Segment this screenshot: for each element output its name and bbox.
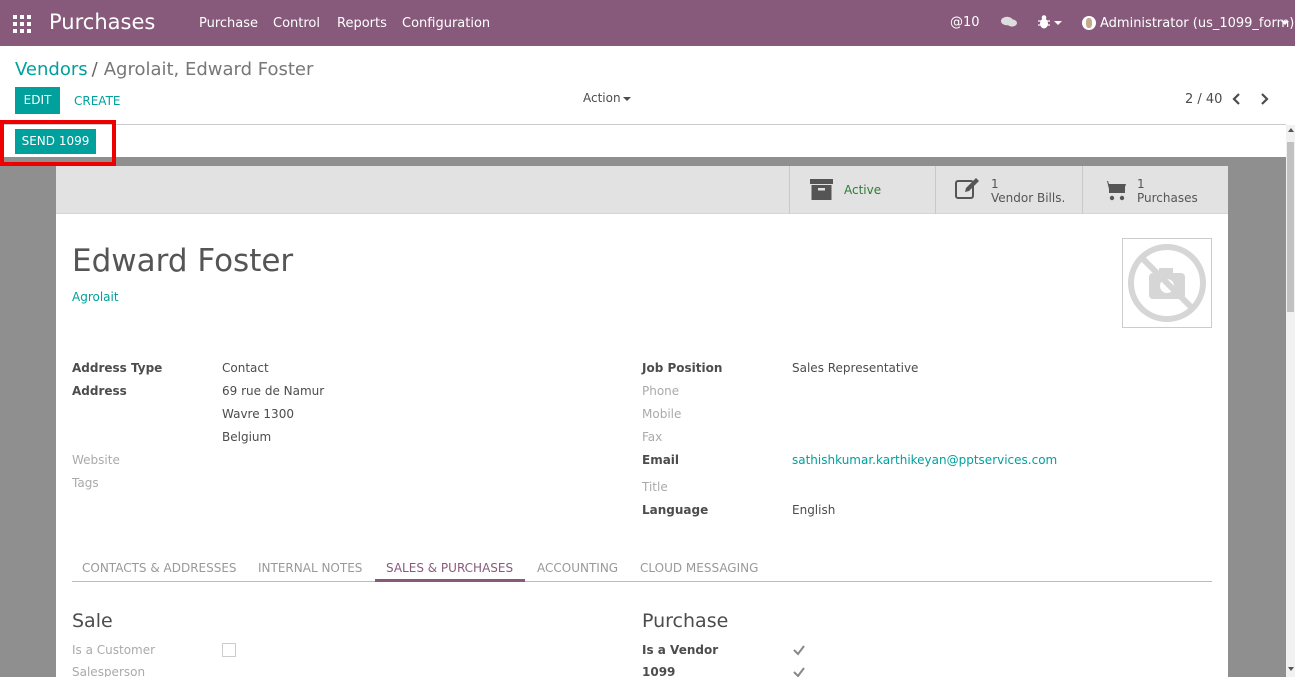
menu-reports[interactable]: Reports	[337, 16, 387, 31]
tabs-divider	[72, 581, 1212, 582]
scroll-up-arrow-icon[interactable]	[1288, 128, 1294, 132]
pager-next-icon[interactable]	[1257, 92, 1271, 106]
purchases-count: 1	[1137, 177, 1145, 191]
website-label: Website	[72, 453, 120, 467]
breadcrumb-separator: /	[91, 59, 98, 80]
vendor-bills-label: Vendor Bills.	[991, 191, 1066, 205]
address-city-zip[interactable]: Wavre 1300	[222, 407, 294, 421]
address-type-value[interactable]: Contact	[222, 361, 269, 375]
action-caret-icon	[622, 96, 631, 101]
form-statusbar	[0, 125, 1286, 157]
language-value[interactable]: English	[792, 503, 835, 517]
is-customer-checkbox[interactable]	[222, 643, 236, 657]
mentions-counter[interactable]: @10	[950, 15, 980, 30]
archive-icon	[810, 179, 833, 200]
is-customer-label: Is a Customer	[72, 643, 156, 657]
action-label: Action	[583, 91, 621, 105]
breadcrumb-current: Agrolait, Edward Foster	[103, 59, 314, 80]
scroll-down-arrow-icon[interactable]	[1288, 667, 1294, 671]
tab-sales-purchases[interactable]: SALES & PURCHASES	[386, 561, 513, 575]
active-label: Active	[844, 183, 882, 197]
no-photo-icon	[1128, 244, 1206, 322]
is-vendor-check-icon[interactable]	[792, 643, 806, 657]
tab-accounting[interactable]: ACCOUNTING	[537, 561, 618, 575]
active-tab-indicator	[375, 579, 525, 582]
apps-menu-icon[interactable]	[13, 15, 31, 33]
fax-label: Fax	[642, 430, 663, 444]
user-menu[interactable]: Administrator (us_1099_form)	[1100, 16, 1294, 31]
purchases-label: Purchases	[1137, 191, 1198, 205]
job-position-value[interactable]: Sales Representative	[792, 361, 918, 375]
title-label: Title	[642, 480, 668, 494]
action-dropdown[interactable]: Action	[583, 91, 631, 105]
debug-icon[interactable]	[1038, 15, 1050, 29]
app-brand: Purchases	[49, 10, 156, 34]
user-caret-icon[interactable]	[1281, 21, 1289, 25]
purchase-section-title: Purchase	[642, 610, 729, 632]
address-label: Address	[72, 384, 127, 398]
form-1099-label: 1099	[642, 665, 676, 677]
tab-internal-notes[interactable]: INTERNAL NOTES	[258, 561, 362, 575]
partner-photo[interactable]	[1122, 238, 1212, 328]
is-vendor-label: Is a Vendor	[642, 643, 719, 657]
phone-label: Phone	[642, 384, 680, 398]
sale-section-title: Sale	[72, 610, 113, 632]
tab-contacts-addresses[interactable]: CONTACTS & ADDRESSES	[82, 561, 237, 575]
debug-caret-icon[interactable]	[1054, 21, 1062, 25]
salesperson-label: Salesperson	[72, 665, 146, 677]
breadcrumb: Vendors / Agrolait, Edward Foster	[15, 59, 313, 80]
tab-cloud-messaging[interactable]: CLOUD MESSAGING	[640, 561, 758, 575]
edit-document-icon	[955, 178, 979, 199]
company-link[interactable]: Agrolait	[72, 290, 119, 304]
job-position-label: Job Position	[642, 361, 723, 375]
breadcrumb-vendors[interactable]: Vendors	[15, 59, 88, 80]
edit-button[interactable]: EDIT	[15, 87, 60, 114]
menu-control[interactable]: Control	[273, 16, 320, 31]
tags-label: Tags	[72, 476, 99, 490]
form-1099-check-icon[interactable]	[792, 665, 806, 677]
mobile-label: Mobile	[642, 407, 682, 421]
email-value[interactable]: sathishkumar.karthikeyan@pptservices.com	[792, 453, 1057, 467]
pager-previous-icon[interactable]	[1230, 92, 1244, 106]
address-country[interactable]: Belgium	[222, 430, 271, 444]
create-button[interactable]: CREATE	[74, 94, 121, 108]
language-label: Language	[642, 503, 709, 517]
top-navbar: Purchases Purchase Control Reports Confi…	[0, 0, 1295, 46]
address-type-label: Address Type	[72, 361, 163, 375]
user-avatar[interactable]	[1082, 16, 1096, 30]
shopping-cart-icon	[1103, 181, 1126, 201]
pager-value[interactable]: 2 / 40	[1185, 92, 1222, 107]
vendor-bills-count: 1	[991, 177, 999, 191]
scrollbar-thumb[interactable]	[1287, 142, 1294, 312]
menu-purchase[interactable]: Purchase	[199, 16, 258, 31]
highlight-annotation	[0, 120, 116, 166]
menu-configuration[interactable]: Configuration	[402, 16, 490, 31]
partner-name[interactable]: Edward Foster	[72, 243, 293, 279]
email-label: Email	[642, 453, 680, 467]
address-street[interactable]: 69 rue de Namur	[222, 384, 324, 398]
chat-icon[interactable]	[1001, 16, 1017, 28]
